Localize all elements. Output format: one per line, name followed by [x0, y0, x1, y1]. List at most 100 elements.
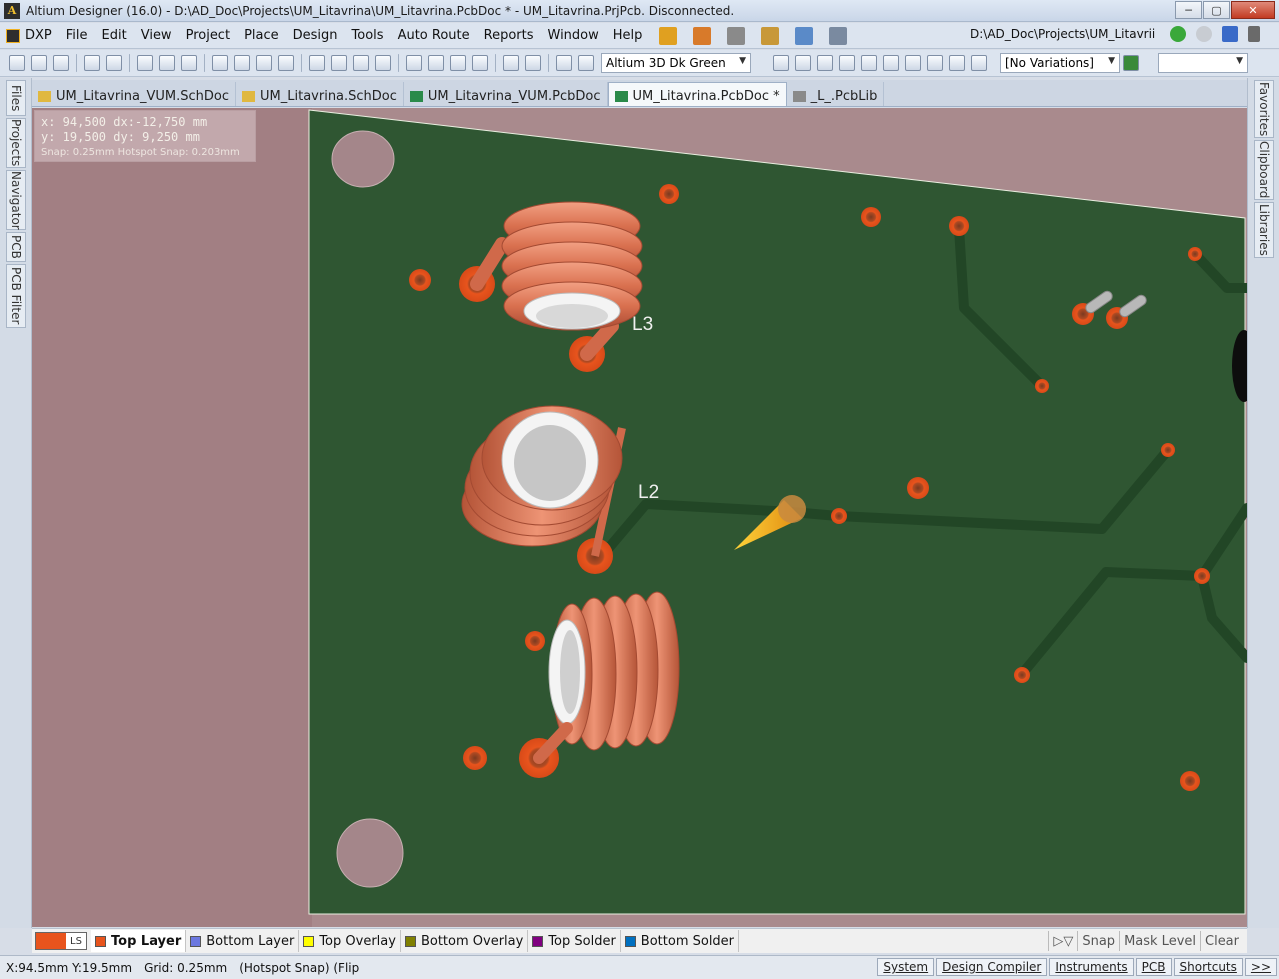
menu-view[interactable]: View	[134, 28, 179, 43]
new-icon[interactable]	[9, 55, 25, 71]
copy-icon[interactable]	[331, 55, 347, 71]
print-icon[interactable]	[84, 55, 100, 71]
cross-probe-icon[interactable]	[556, 55, 572, 71]
top-overlay-swatch	[303, 935, 315, 947]
menu-place[interactable]: Place	[237, 28, 286, 43]
toolbar-separator	[398, 54, 399, 72]
board-icon[interactable]	[159, 55, 175, 71]
print-preview-icon[interactable]	[106, 55, 122, 71]
move-icon[interactable]	[428, 55, 444, 71]
fill-icon[interactable]	[905, 55, 921, 71]
panel-tab-clipboard[interactable]: Clipboard	[1254, 140, 1274, 200]
shortcuts-button[interactable]: Shortcuts	[1173, 958, 1243, 976]
tab-um-litavrina-schdoc[interactable]: UM_Litavrina.SchDoc	[236, 82, 404, 106]
menu-help[interactable]: Help	[606, 28, 650, 43]
deselect-icon[interactable]	[450, 55, 466, 71]
component-icon[interactable]	[727, 26, 746, 45]
undo-icon[interactable]	[503, 55, 519, 71]
close-button[interactable]: ✕	[1231, 1, 1275, 19]
pcb-button[interactable]: PCB	[1135, 958, 1172, 976]
grid-icon[interactable]	[829, 26, 848, 45]
home-icon[interactable]	[1222, 26, 1238, 42]
coil-core-inner	[560, 630, 580, 714]
layer-filter-icon[interactable]: ▷▽	[1048, 931, 1077, 951]
save-icon[interactable]	[53, 55, 69, 71]
panel-tab-files[interactable]: Files	[6, 80, 26, 116]
menu-tools[interactable]: Tools	[345, 28, 391, 43]
select-area-icon[interactable]	[406, 55, 422, 71]
via-icon[interactable]	[839, 55, 855, 71]
layer-tab-top-solder[interactable]: Top Solder	[528, 930, 621, 952]
menu-design[interactable]: Design	[286, 28, 345, 43]
forward-icon[interactable]	[1196, 26, 1212, 42]
zoom-filter-icon[interactable]	[278, 55, 294, 71]
arc-icon[interactable]	[883, 55, 899, 71]
string-icon[interactable]	[949, 55, 965, 71]
variant-icon[interactable]	[1123, 55, 1139, 71]
tab-um-litavrina-pcbdoc[interactable]: UM_Litavrina.PcbDoc *	[607, 82, 787, 106]
polygon-icon[interactable]	[927, 55, 943, 71]
menu-reports[interactable]: Reports	[477, 28, 541, 43]
tab-um-litavrina-vum-pcbdoc[interactable]: UM_Litavrina_VUM.PcbDoc	[404, 82, 608, 106]
room-icon[interactable]	[795, 26, 814, 45]
layer-tab-bottom-solder[interactable]: Bottom Solder	[621, 930, 740, 952]
panel-tab-favorites[interactable]: Favorites	[1254, 80, 1274, 138]
open-project-icon[interactable]	[181, 55, 197, 71]
minimize-button[interactable]: ─	[1175, 1, 1202, 19]
more-icon[interactable]	[1248, 26, 1260, 42]
clear-filter-icon[interactable]	[472, 55, 488, 71]
system-button[interactable]: System	[877, 958, 935, 976]
document-path[interactable]: D:\AD_Doc\Projects\UM_Litavrii	[966, 25, 1166, 45]
tab-um-litavrina-vum-schdoc[interactable]: UM_Litavrina_VUM.SchDoc	[32, 82, 237, 106]
mask-level-button[interactable]: Mask Level	[1119, 931, 1200, 951]
zoom-area-icon[interactable]	[234, 55, 250, 71]
clear-button[interactable]: Clear	[1200, 931, 1243, 951]
variations-select[interactable]: [No Variations] ▼	[1000, 53, 1120, 73]
route-multiple-icon[interactable]	[795, 55, 811, 71]
interactive-routing-icon[interactable]	[659, 26, 678, 45]
layer-tab-bottom-layer[interactable]: Bottom Layer	[186, 930, 300, 952]
align-icon[interactable]	[693, 26, 712, 45]
instruments-button[interactable]: Instruments	[1049, 958, 1134, 976]
more-panels-button[interactable]: >>	[1244, 958, 1277, 976]
extra-select[interactable]: ▼	[1158, 53, 1248, 73]
paste-icon[interactable]	[353, 55, 369, 71]
panel-tab-pcb[interactable]: PCB	[6, 232, 26, 262]
redo-icon[interactable]	[525, 55, 541, 71]
browse-icon[interactable]	[578, 55, 594, 71]
layer-set-button[interactable]: LS	[35, 932, 87, 950]
snap-button[interactable]: Snap	[1077, 931, 1119, 951]
tab-l-pcblib[interactable]: _L_.PcbLib	[787, 82, 885, 106]
pcb-3d-view[interactable]: L3 L2 x: 94,500 dx:-12,750 mm y: 19,500 …	[32, 108, 1247, 927]
layer-tab-bottom-overlay[interactable]: Bottom Overlay	[401, 930, 529, 952]
open-icon[interactable]	[31, 55, 47, 71]
back-icon[interactable]	[1170, 26, 1186, 42]
design-compiler-button[interactable]: Design Compiler	[936, 958, 1048, 976]
cut-icon[interactable]	[309, 55, 325, 71]
pcb-canvas[interactable]: L3 L2	[32, 108, 1247, 927]
zoom-selected-icon[interactable]	[256, 55, 272, 71]
3d-body-icon[interactable]	[137, 55, 153, 71]
rubber-stamp-icon[interactable]	[375, 55, 391, 71]
panel-tab-pcb-filter[interactable]: PCB Filter	[6, 264, 26, 328]
panel-tab-navigator[interactable]: Navigator	[6, 170, 26, 230]
route-icon[interactable]	[773, 55, 789, 71]
menu-window[interactable]: Window	[541, 28, 606, 43]
zoom-fit-icon[interactable]	[212, 55, 228, 71]
panel-tab-libraries[interactable]: Libraries	[1254, 202, 1274, 258]
component-place-icon[interactable]	[971, 55, 987, 71]
menu-file[interactable]: File	[59, 28, 95, 43]
menu-project[interactable]: Project	[179, 28, 237, 43]
menu-edit[interactable]: Edit	[95, 28, 134, 43]
layer-tab-top-layer[interactable]: Top Layer	[91, 930, 187, 952]
layer-tab-top-overlay[interactable]: Top Overlay	[299, 930, 401, 952]
dimension-icon[interactable]	[761, 26, 780, 45]
panel-tab-projects[interactable]: Projects	[6, 118, 26, 168]
menu-auto-route[interactable]: Auto Route	[391, 28, 477, 43]
view-config-select[interactable]: Altium 3D Dk Green ▼	[601, 53, 751, 73]
maximize-button[interactable]: ▢	[1203, 1, 1230, 19]
diff-pair-icon[interactable]	[817, 55, 833, 71]
via-pad	[831, 508, 847, 524]
pad-icon[interactable]	[861, 55, 877, 71]
menu-dxp[interactable]: DXP	[0, 28, 59, 43]
